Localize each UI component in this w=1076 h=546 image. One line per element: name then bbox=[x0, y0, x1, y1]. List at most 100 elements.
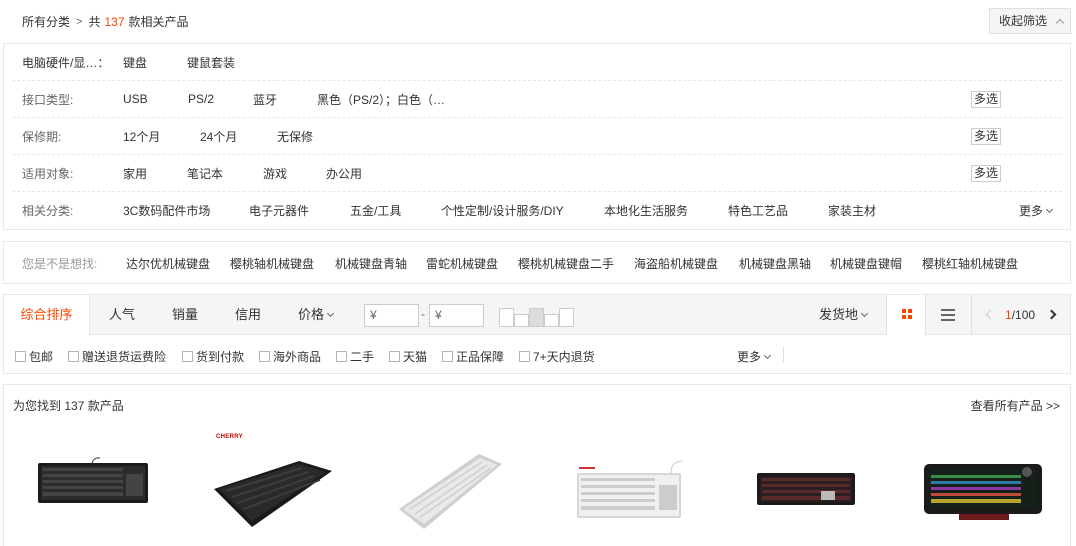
product-thumbnail[interactable] bbox=[571, 431, 701, 531]
histogram-bar bbox=[544, 314, 559, 327]
product-thumbnail[interactable] bbox=[22, 431, 152, 531]
grid-view-button[interactable] bbox=[887, 295, 925, 335]
suggestion-link[interactable]: 机械键盘黑轴 bbox=[739, 255, 811, 272]
filter-option[interactable]: 本地化生活服务 bbox=[604, 202, 688, 219]
filter-option[interactable]: 键盘 bbox=[123, 54, 147, 71]
checkbox-label: 天猫 bbox=[403, 350, 428, 364]
list-view-icon bbox=[941, 309, 955, 311]
tab-price[interactable]: 价格 bbox=[298, 295, 335, 335]
filter-option[interactable]: USB bbox=[123, 92, 148, 106]
suggestion-link[interactable]: 樱桃机械键盘二手 bbox=[518, 255, 614, 272]
list-line bbox=[941, 314, 955, 316]
checkbox-cod[interactable]: 货到付款 bbox=[182, 348, 244, 365]
filter-row-related: 相关分类: 3C数码配件市场 电子元器件 五金/工具 个性定制/设计服务/DIY… bbox=[12, 192, 1062, 229]
suggestion-link[interactable]: 雷蛇机械键盘 bbox=[426, 255, 498, 272]
filter-option[interactable]: 家装主材 bbox=[828, 202, 876, 219]
filter-option[interactable]: 笔记本 bbox=[187, 165, 223, 182]
checkbox-tmall[interactable]: 天猫 bbox=[389, 348, 427, 365]
breadcrumb-root[interactable]: 所有分类 bbox=[22, 13, 70, 31]
checkbox-box[interactable] bbox=[389, 351, 400, 362]
checkbox-box[interactable] bbox=[519, 351, 530, 362]
filter-option[interactable]: 蓝牙 bbox=[253, 91, 277, 108]
suggestion-link[interactable]: 樱桃轴机械键盘 bbox=[230, 255, 314, 272]
filter-option[interactable]: 黑色（PS/2）；白色（… bbox=[317, 91, 445, 108]
sort-toolbar: 综合排序 人气 销量 信用 价格 ¥ - ¥ 发货地 1/100 bbox=[4, 295, 1070, 336]
results-panel: 为您找到 137 款产品 查看所有产品 >> CHERRY bbox=[3, 384, 1071, 546]
checkbox-7day-return[interactable]: 7+天内退货 bbox=[519, 348, 595, 365]
filter-row-audience: 适用对象: 家用 笔记本 游戏 办公用 多选 bbox=[12, 155, 1062, 192]
suggestion-link[interactable]: 海盗船机械键盘 bbox=[634, 255, 718, 272]
checkbox-overseas[interactable]: 海外商品 bbox=[259, 348, 321, 365]
filter-option[interactable]: 游戏 bbox=[263, 165, 287, 182]
ship-from-label: 发货地 bbox=[819, 307, 859, 322]
divider bbox=[971, 295, 972, 335]
checkbox-second-hand[interactable]: 二手 bbox=[336, 348, 374, 365]
checkbox-return-insurance[interactable]: 赠送退货运费险 bbox=[68, 348, 166, 365]
ship-from-dropdown[interactable]: 发货地 bbox=[819, 295, 869, 335]
more-quick-filters-button[interactable]: 更多 bbox=[737, 348, 772, 365]
filter-row-warranty: 保修期: 12个月 24个月 无保修 多选 bbox=[12, 118, 1062, 155]
checkbox-box[interactable] bbox=[259, 351, 270, 362]
prev-page-icon[interactable] bbox=[985, 309, 996, 320]
filter-label: 保修期: bbox=[22, 129, 62, 144]
result-count-prefix: 共 bbox=[88, 15, 101, 29]
total-pages: /100 bbox=[1011, 308, 1036, 322]
checkbox-box[interactable] bbox=[68, 351, 79, 362]
filter-option[interactable]: 12个月 bbox=[123, 128, 160, 145]
suggestion-link[interactable]: 达尔优机械键盘 bbox=[126, 255, 210, 272]
checkbox-box[interactable] bbox=[336, 351, 347, 362]
tab-sales[interactable]: 销量 bbox=[172, 295, 198, 335]
product-thumbnail[interactable] bbox=[394, 431, 524, 531]
multi-select-button[interactable]: 多选 bbox=[971, 165, 1002, 182]
checkbox-box[interactable] bbox=[442, 351, 453, 362]
filter-option[interactable]: 3C数码配件市场 bbox=[123, 202, 210, 219]
quick-filters: 包邮 赠送退货运费险 货到付款 海外商品 二手 天猫 正品保障 7+天内退货 更… bbox=[4, 336, 1070, 374]
tab-popularity[interactable]: 人气 bbox=[109, 295, 135, 335]
filter-option[interactable]: 特色工艺品 bbox=[728, 202, 788, 219]
more-label: 更多 bbox=[1019, 204, 1044, 218]
multi-select-button[interactable]: 多选 bbox=[971, 128, 1002, 145]
filter-option[interactable]: 键鼠套装 bbox=[187, 54, 235, 71]
multi-select-button[interactable]: 多选 bbox=[971, 91, 1002, 108]
checkbox-label: 货到付款 bbox=[196, 350, 245, 364]
tab-credit[interactable]: 信用 bbox=[235, 295, 261, 335]
page-indicator: 1/100 bbox=[1005, 295, 1035, 335]
filter-option[interactable]: 无保修 bbox=[277, 128, 313, 145]
product-thumbnail[interactable] bbox=[919, 431, 1049, 531]
view-all-products-link[interactable]: 查看所有产品 >> bbox=[971, 397, 1060, 414]
result-count-suffix: 款相关产品 bbox=[128, 15, 189, 29]
checkbox-box[interactable] bbox=[182, 351, 193, 362]
results-title: 为您找到 137 款产品 bbox=[13, 399, 124, 413]
suggestion-link[interactable]: 机械键盘键帽 bbox=[830, 255, 902, 272]
keyboard-image bbox=[757, 473, 855, 505]
price-histogram-icon bbox=[499, 304, 575, 327]
checkbox-genuine[interactable]: 正品保障 bbox=[442, 348, 504, 365]
grid-dot bbox=[902, 315, 906, 319]
tab-default-sort[interactable]: 综合排序 bbox=[4, 295, 90, 336]
filter-option[interactable]: 电子元器件 bbox=[249, 202, 309, 219]
more-label: 更多 bbox=[737, 350, 762, 364]
suggestion-link[interactable]: 樱桃红轴机械键盘 bbox=[922, 255, 1018, 272]
suggestion-link[interactable]: 机械键盘青轴 bbox=[335, 255, 407, 272]
price-min-input[interactable]: ¥ bbox=[364, 304, 419, 327]
collapse-filters-button[interactable]: 收起筛选 bbox=[989, 8, 1071, 34]
product-thumbnail[interactable]: CHERRY bbox=[204, 431, 334, 531]
checkbox-box[interactable] bbox=[15, 351, 26, 362]
filter-option[interactable]: 24个月 bbox=[200, 128, 237, 145]
filter-panel: 电脑硬件/显…： 键盘 键鼠套装 接口类型: USB PS/2 蓝牙 黑色（PS… bbox=[3, 43, 1071, 230]
collapse-filters-label: 收起筛选 bbox=[999, 14, 1048, 28]
product-thumbnail[interactable] bbox=[751, 431, 881, 531]
filter-option[interactable]: 五金/工具 bbox=[350, 202, 401, 219]
price-max-input[interactable]: ¥ bbox=[429, 304, 484, 327]
list-view-button[interactable] bbox=[941, 309, 955, 321]
filter-option[interactable]: 家用 bbox=[123, 165, 147, 182]
filter-option[interactable]: PS/2 bbox=[188, 92, 214, 106]
histogram-bar bbox=[514, 314, 529, 327]
filter-label: 接口类型: bbox=[22, 92, 74, 107]
filter-option[interactable]: 办公用 bbox=[326, 165, 362, 182]
more-categories-button[interactable]: 更多 bbox=[1019, 202, 1054, 219]
keyboard-image bbox=[924, 464, 1042, 520]
next-page-icon[interactable] bbox=[1046, 309, 1057, 320]
filter-option[interactable]: 个性定制/设计服务/DIY bbox=[441, 202, 564, 219]
checkbox-free-shipping[interactable]: 包邮 bbox=[15, 348, 53, 365]
